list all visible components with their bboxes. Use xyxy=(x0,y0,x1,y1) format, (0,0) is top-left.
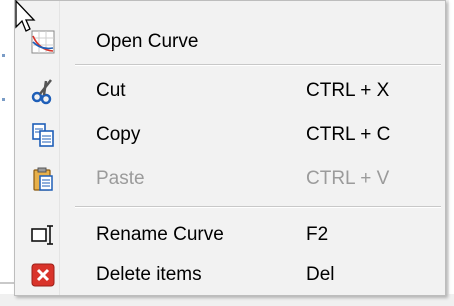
context-menu: Open Curve Cut CTRL + X Copy CTRL + C Pa… xyxy=(14,0,446,296)
menu-item-open-curve[interactable]: Open Curve xyxy=(15,20,445,64)
menu-separator xyxy=(75,206,441,208)
background-dot xyxy=(2,98,5,101)
menu-item-copy[interactable]: Copy CTRL + C xyxy=(15,113,445,157)
background-app-left-edge xyxy=(0,0,14,306)
background-app-right-edge xyxy=(449,0,454,306)
menu-item-paste[interactable]: Paste CTRL + V xyxy=(15,157,445,201)
menu-item-label: Open Curve xyxy=(96,31,199,52)
menu-item-label: Copy xyxy=(96,124,141,145)
scissors-icon xyxy=(29,77,57,105)
copy-icon xyxy=(29,121,57,149)
clipboard-icon xyxy=(29,165,57,193)
background-divider xyxy=(0,282,14,284)
menu-item-delete-items[interactable]: Delete items Del xyxy=(15,253,445,297)
rename-icon xyxy=(29,221,57,249)
background-dot xyxy=(2,54,5,57)
menu-item-shortcut: CTRL + V xyxy=(306,168,390,189)
menu-item-shortcut: F2 xyxy=(306,224,329,245)
menu-item-shortcut: CTRL + X xyxy=(306,80,390,101)
menu-separator xyxy=(75,64,441,66)
menu-item-label: Paste xyxy=(96,168,145,189)
menu-item-rename-curve[interactable]: Rename Curve F2 xyxy=(15,213,445,257)
menu-item-label: Delete items xyxy=(96,264,202,285)
menu-item-cut[interactable]: Cut CTRL + X xyxy=(15,69,445,113)
menu-item-shortcut: Del xyxy=(306,264,335,285)
menu-item-shortcut: CTRL + C xyxy=(306,124,391,145)
menu-item-label: Cut xyxy=(96,80,126,101)
delete-icon xyxy=(29,261,57,289)
mouse-pointer-icon xyxy=(14,0,36,34)
menu-item-label: Rename Curve xyxy=(96,224,224,245)
